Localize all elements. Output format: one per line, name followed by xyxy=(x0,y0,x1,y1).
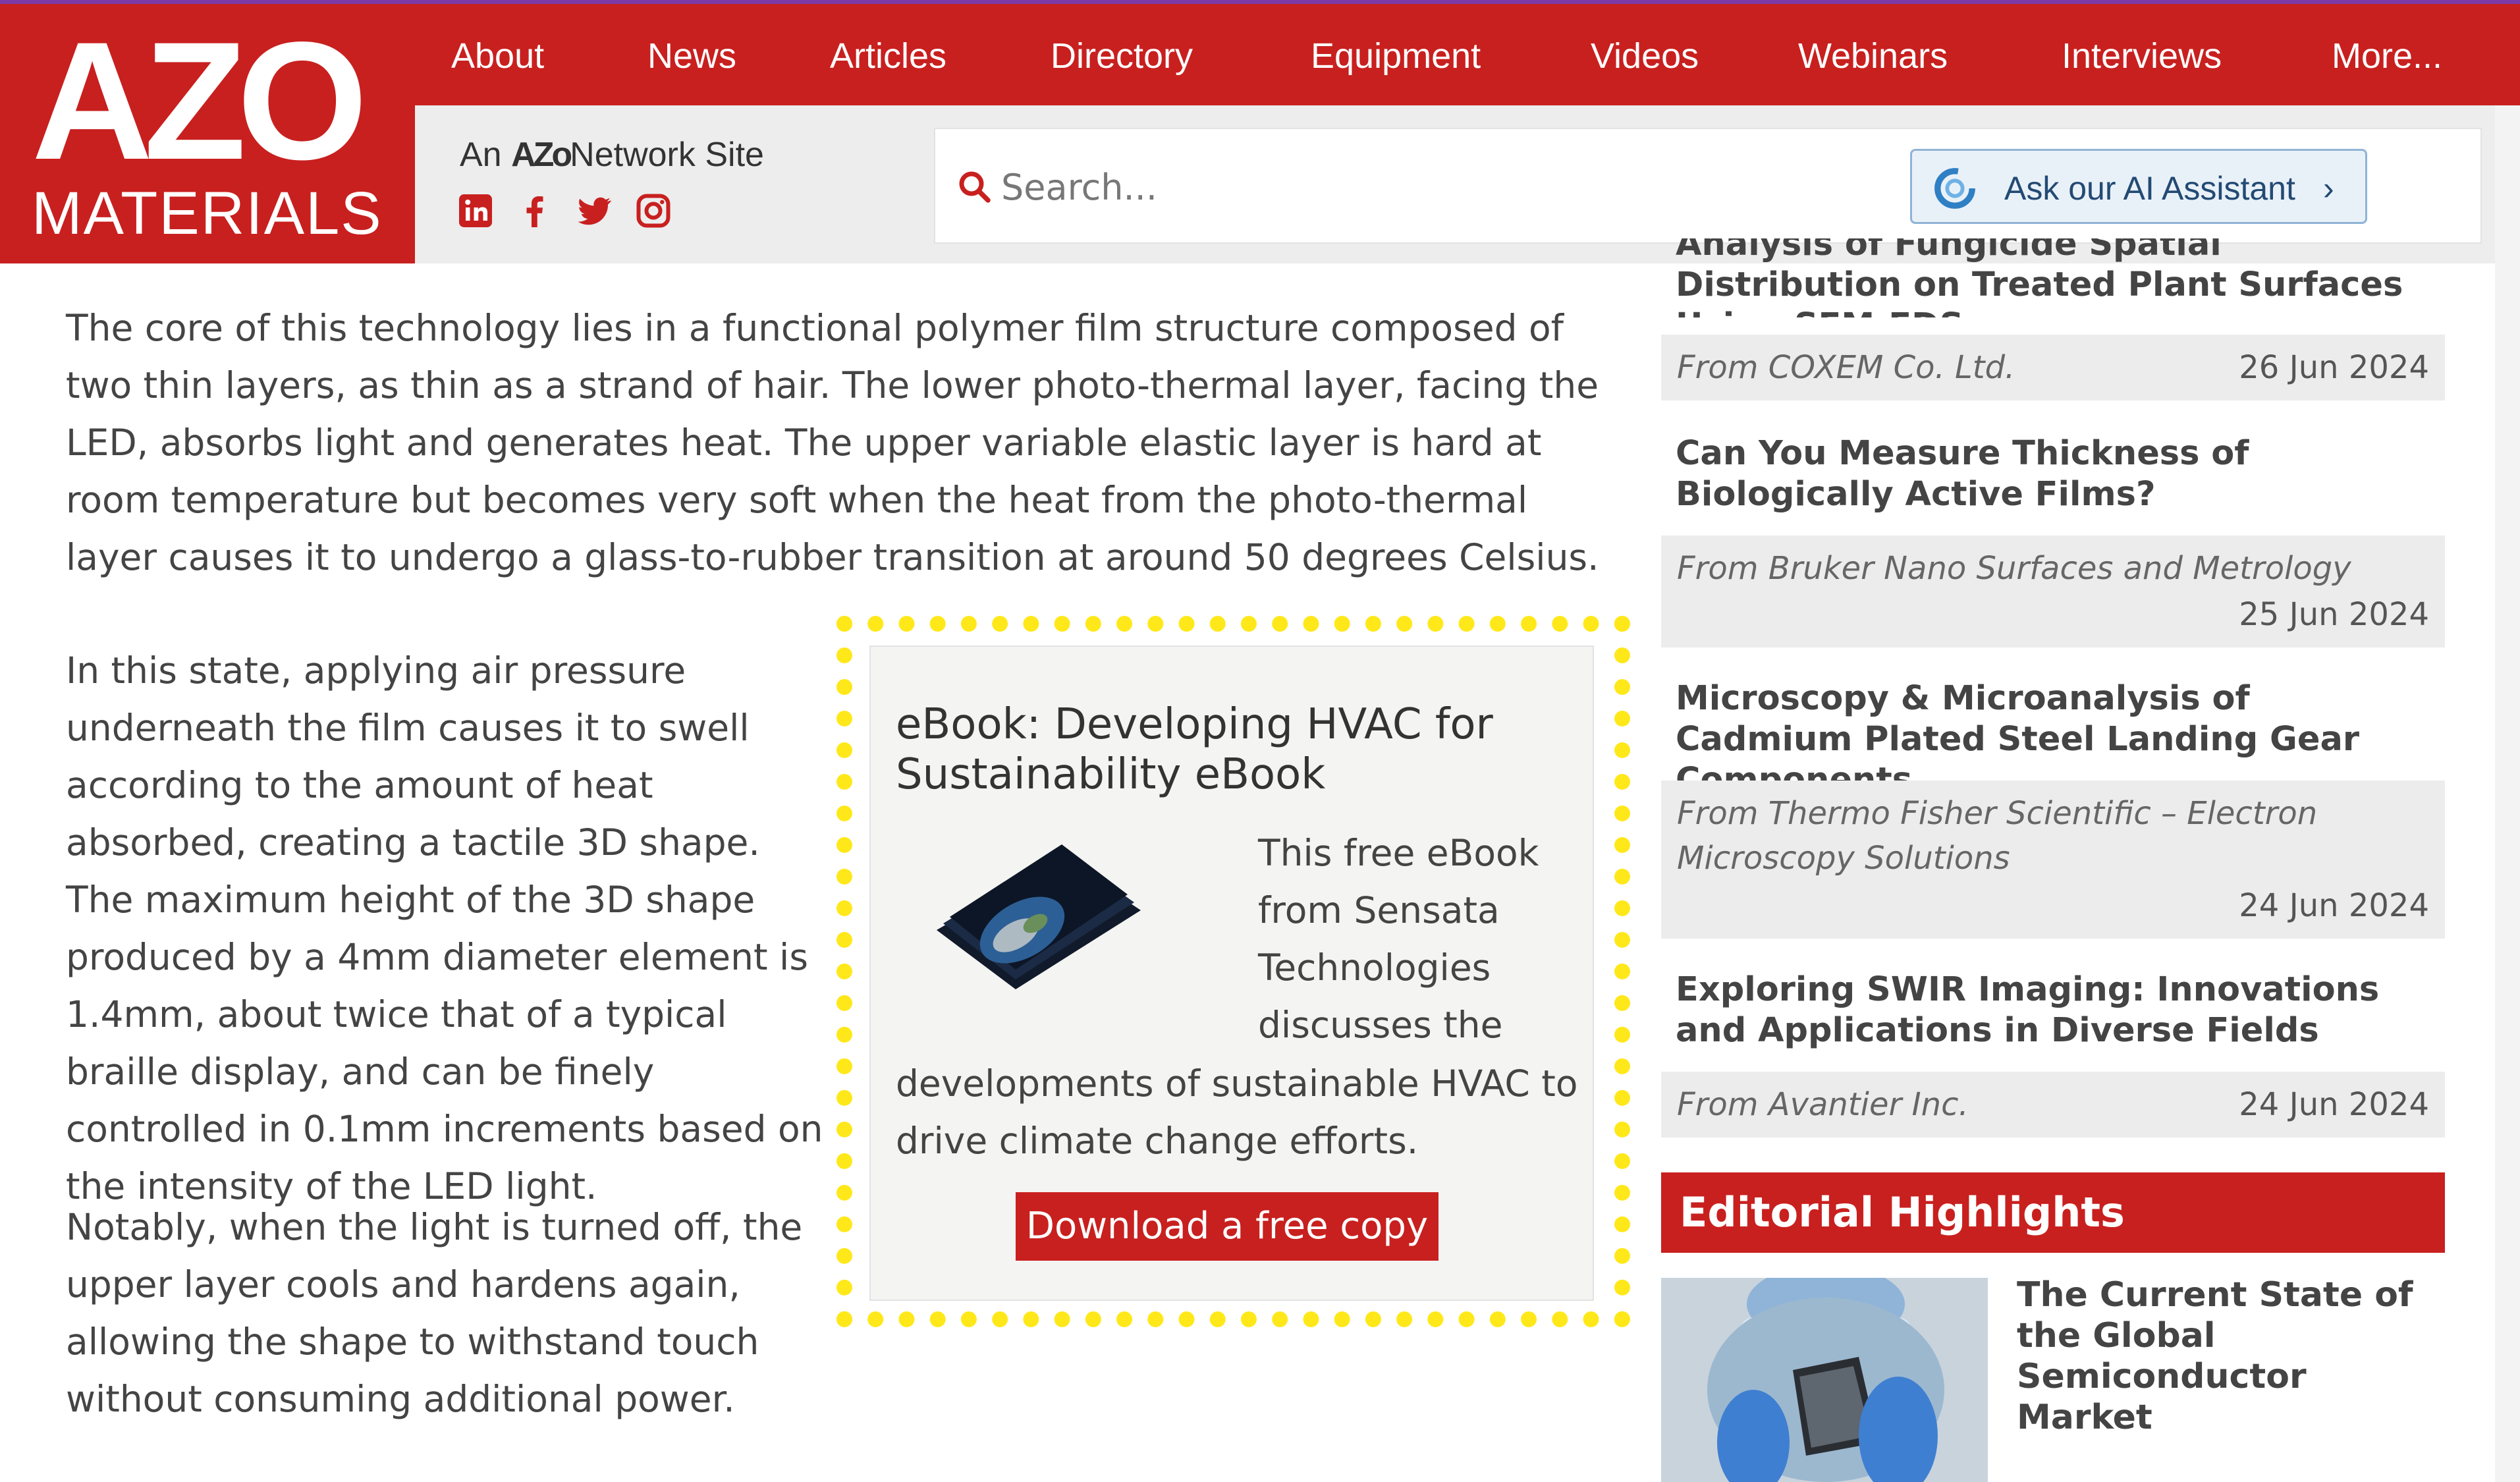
nav-about[interactable]: About xyxy=(451,36,544,76)
article-paragraph: Notably, when the light is turned off, t… xyxy=(66,1206,803,1420)
article-paragraph: In this state, applying air pressure und… xyxy=(66,649,823,1207)
article-date: 24 Jun 2024 xyxy=(2239,887,2429,924)
ai-assistant-icon xyxy=(1932,165,1978,211)
sidebar-article-meta: From Bruker Nano Surfaces and Metrology … xyxy=(1661,535,2445,647)
promo-title[interactable]: eBook: Developing HVAC for Sustainabilit… xyxy=(896,700,1581,800)
page-scrollbar-track[interactable] xyxy=(2495,105,2520,1482)
logo-azo-text: AZO xyxy=(32,7,368,195)
tagline-brand-a: AZo xyxy=(511,136,572,174)
search-icon xyxy=(955,167,995,207)
sidebar-article-meta: From COXEM Co. Ltd. 26 Jun 2024 xyxy=(1661,335,2445,400)
article-paragraph: The core of this technology lies in a fu… xyxy=(66,307,1599,578)
nav-more[interactable]: More... xyxy=(2332,36,2442,76)
tagline-prefix: An xyxy=(460,136,502,174)
article-date: 26 Jun 2024 xyxy=(2239,349,2429,386)
article-source: From Thermo Fisher Scientific – Electron… xyxy=(1677,795,2318,877)
ai-assistant-button[interactable]: Ask our AI Assistant › xyxy=(1910,149,2367,224)
nav-directory[interactable]: Directory xyxy=(1051,36,1193,76)
editorial-article-title[interactable]: The Current State of the Global Semicond… xyxy=(2017,1275,2445,1438)
article-source: From COXEM Co. Ltd. xyxy=(1677,349,2015,386)
instagram-icon[interactable] xyxy=(634,191,673,231)
sidebar-article-title[interactable]: Analysis of Fungicide Spatial Distributi… xyxy=(1676,238,2433,317)
sidebar-article-meta: From Thermo Fisher Scientific – Electron… xyxy=(1661,781,2445,939)
article-date: 25 Jun 2024 xyxy=(2239,596,2429,633)
article-source: From Avantier Inc. xyxy=(1677,1086,1969,1123)
sidebar-article-meta: From Avantier Inc. 24 Jun 2024 xyxy=(1661,1072,2445,1138)
ebook-promo: eBook: Developing HVAC for Sustainabilit… xyxy=(869,645,1594,1301)
search-input[interactable] xyxy=(1001,155,1857,219)
network-tagline[interactable]: An AZoNetwork Site xyxy=(460,135,764,175)
editorial-thumbnail[interactable] xyxy=(1661,1278,1988,1482)
sidebar-article-title-text: Analysis of Fungicide Spatial Distributi… xyxy=(1676,238,2403,317)
nav-videos[interactable]: Videos xyxy=(1591,36,1699,76)
tagline-brand-b: Network xyxy=(570,136,696,174)
editorial-highlights-heading: Editorial Highlights xyxy=(1661,1172,2445,1253)
sidebar-article-title[interactable]: Can You Measure Thickness of Biologicall… xyxy=(1676,433,2433,515)
logo-materials-text: MATERIALS xyxy=(32,180,383,247)
nav-equipment[interactable]: Equipment xyxy=(1311,36,1481,76)
ai-assistant-label: Ask our AI Assistant xyxy=(2004,170,2295,207)
facebook-icon[interactable] xyxy=(515,191,555,231)
sidebar-article-title[interactable]: Exploring SWIR Imaging: Innovations and … xyxy=(1676,970,2433,1051)
nav-news[interactable]: News xyxy=(647,36,736,76)
ebook-cover-image[interactable] xyxy=(923,831,1147,996)
linkedin-icon[interactable] xyxy=(456,191,495,231)
chevron-right-icon: › xyxy=(2323,170,2334,207)
nav-interviews[interactable]: Interviews xyxy=(2062,36,2222,76)
main-nav: About News Articles Directory Equipment … xyxy=(415,4,2520,105)
promo-description-cont: developments of sustainable HVAC to driv… xyxy=(896,1062,1578,1162)
nav-articles[interactable]: Articles xyxy=(830,36,946,76)
twitter-icon[interactable] xyxy=(574,191,614,231)
promo-description: This free eBook from Sensata Technologie… xyxy=(1258,832,1539,1046)
nav-webinars[interactable]: Webinars xyxy=(1798,36,1948,76)
article-source: From Bruker Nano Surfaces and Metrology xyxy=(1677,550,2351,587)
download-button[interactable]: Download a free copy xyxy=(1016,1192,1438,1261)
tagline-suffix: Site xyxy=(705,136,764,174)
article-date: 24 Jun 2024 xyxy=(2239,1086,2429,1123)
site-logo[interactable]: AZO MATERIALS xyxy=(0,4,415,263)
search-box: Ask our AI Assistant › xyxy=(934,128,2482,244)
